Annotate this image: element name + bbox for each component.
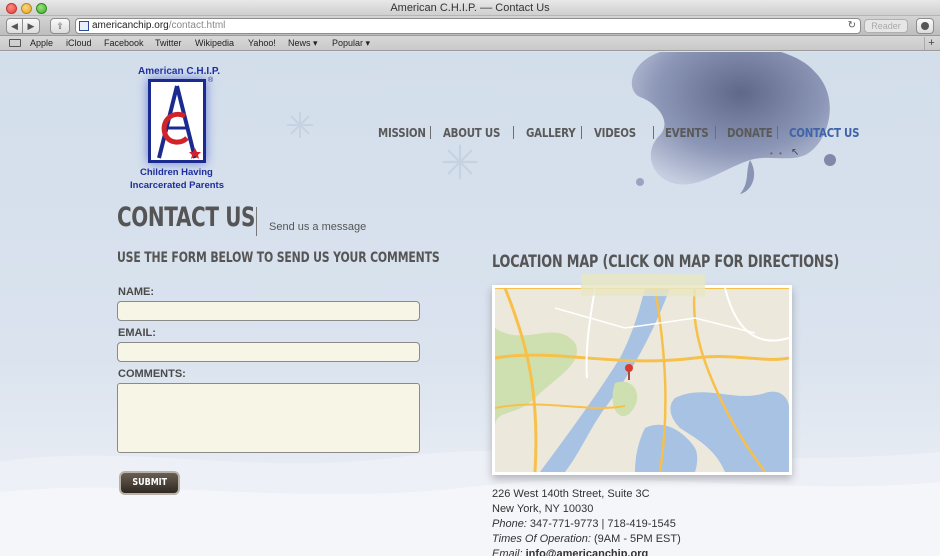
mouse-cursor-icon: ↖ (791, 147, 800, 158)
nav-divider (581, 125, 582, 139)
nav-divider (715, 125, 716, 139)
logo-emblem (148, 79, 206, 163)
bookmark-twitter[interactable]: Twitter (155, 38, 182, 49)
address-line-2: New York, NY 10030 (492, 503, 594, 515)
snowflake-icon (287, 112, 313, 138)
address-line-1: 226 West 140th Street, Suite 3C (492, 488, 650, 500)
email-field[interactable] (117, 342, 420, 362)
url-path: /contact.html (168, 20, 226, 31)
tape-decoration (580, 273, 706, 297)
bookmarks-bar: Apple iCloud Facebook Twitter Wikipedia … (0, 36, 940, 51)
registered-mark: ® (208, 77, 214, 84)
logo-tagline-1: Children Having (140, 167, 213, 178)
bookmark-apple[interactable]: Apple (30, 38, 53, 49)
bookmark-news[interactable]: News ▾ (288, 38, 318, 49)
page-title: CONTACT US (117, 202, 256, 233)
comments-label: COMMENTS: (118, 368, 186, 380)
email-line-label: Email: (492, 548, 523, 556)
hours-value: (9AM - 5PM EST) (590, 533, 681, 545)
logo-tagline-2: Incarcerated Parents (130, 180, 224, 191)
nav-donate[interactable]: DONATE (727, 125, 773, 140)
name-label: NAME: (118, 286, 155, 298)
maximize-window-button[interactable] (36, 3, 47, 14)
window-titlebar: American C.H.I.P. –– Contact Us (0, 0, 940, 16)
page-content: American C.H.I.P. ® Children Having Inca… (0, 52, 940, 556)
submit-button[interactable]: SUBMIT (119, 471, 180, 495)
phone-label: Phone: (492, 518, 527, 530)
page-subtitle: Send us a message (269, 221, 367, 233)
map-heading: LOCATION MAP (CLICK ON MAP FOR DIRECTION… (492, 252, 840, 272)
nav-events[interactable]: EVENTS (665, 125, 709, 140)
location-map[interactable] (495, 288, 789, 472)
reload-icon[interactable]: ↻ (848, 19, 856, 33)
snowflake-icon (442, 144, 478, 180)
email-label: EMAIL: (118, 327, 156, 339)
title-divider (256, 207, 257, 236)
hours-label: Times Of Operation: (492, 533, 591, 545)
location-map-frame (492, 285, 792, 475)
main-nav: MISSION ABOUT US GALLERY VIDEOS EVENTS D… (378, 124, 860, 140)
share-button[interactable]: ⇪ (50, 18, 70, 34)
bookmark-facebook[interactable]: Facebook (104, 38, 144, 49)
comments-field[interactable] (117, 383, 420, 453)
close-window-button[interactable] (6, 3, 17, 14)
add-tab-icon[interactable]: + (924, 37, 938, 50)
bookmark-wikipedia[interactable]: Wikipedia (195, 38, 234, 49)
reading-list-icon[interactable] (9, 39, 21, 47)
nav-gallery[interactable]: GALLERY (526, 125, 576, 140)
nav-divider (513, 125, 514, 139)
logo-title: American C.H.I.P. (138, 66, 221, 77)
map-image (495, 288, 789, 472)
email-link[interactable]: info@americanchip.org (526, 548, 649, 556)
nav-contact-us[interactable]: CONTACT US (789, 125, 860, 140)
minimize-window-button[interactable] (21, 3, 32, 14)
back-button[interactable]: ◀ (6, 18, 23, 34)
url-domain: americanchip.org (92, 20, 169, 31)
form-heading: USE THE FORM BELOW TO SEND US YOUR COMME… (117, 250, 440, 266)
nav-divider (777, 125, 778, 139)
hours-line: Times Of Operation: (9AM - 5PM EST) (492, 533, 681, 545)
reader-button[interactable]: Reader (864, 19, 908, 33)
active-nav-indicator: • • (770, 149, 784, 158)
nav-videos[interactable]: VIDEOS (594, 125, 642, 140)
nav-mission[interactable]: MISSION (378, 125, 426, 140)
phone-line: Phone: 347-771-9773 | 718-419-1545 (492, 518, 676, 530)
address-bar[interactable]: americanchip.org/contact.html ↻ (75, 18, 861, 34)
forward-button[interactable]: ▶ (23, 18, 40, 34)
favicon-icon (79, 21, 89, 31)
nav-divider (430, 125, 431, 139)
browser-toolbar: ◀ ▶ ⇪ americanchip.org/contact.html ↻ Re… (0, 16, 940, 36)
bookmark-popular[interactable]: Popular ▾ (332, 38, 370, 49)
name-field[interactable] (117, 301, 420, 321)
bookmark-icloud[interactable]: iCloud (66, 38, 92, 49)
phone-value: 347-771-9773 | 718-419-1545 (526, 518, 676, 530)
email-line: Email: info@americanchip.org (492, 548, 648, 556)
downloads-icon[interactable] (916, 18, 934, 34)
submit-label: SUBMIT (132, 477, 167, 488)
nav-about-us[interactable]: ABOUT US (443, 125, 500, 140)
nav-divider (653, 125, 654, 139)
site-logo[interactable]: American C.H.I.P. ® Children Having Inca… (130, 64, 230, 194)
window-title: American C.H.I.P. –– Contact Us (390, 2, 550, 14)
bookmark-yahoo[interactable]: Yahoo! (248, 38, 276, 49)
